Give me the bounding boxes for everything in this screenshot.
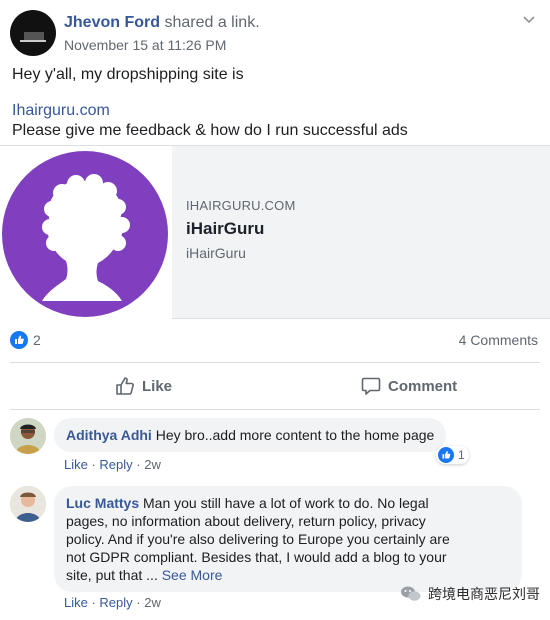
thumbs-up-icon: [116, 377, 134, 395]
post-timestamp[interactable]: November 15 at 11:26 PM: [64, 37, 226, 53]
comment-button[interactable]: Comment: [360, 363, 457, 409]
comment-reaction-badge[interactable]: 1: [436, 446, 469, 464]
comment-text: Hey bro..add more content to the home pa…: [155, 427, 435, 443]
reactions-bar: 2 4 Comments: [10, 330, 540, 352]
wechat-icon: [401, 586, 421, 601]
comment-bubble-icon: [361, 377, 381, 395]
comment-time[interactable]: 2w: [144, 457, 161, 472]
commenter-name[interactable]: Adithya Adhi: [66, 427, 152, 443]
comment-time[interactable]: 2w: [144, 595, 161, 610]
comment-reply-link[interactable]: Reply: [99, 457, 132, 472]
see-more-link[interactable]: See More: [162, 567, 223, 583]
comment-text-line: not GDPR compliant. Besides that, I woul…: [66, 549, 447, 565]
comment-like-link[interactable]: Like: [64, 457, 88, 472]
link-domain: IHAIRGURU.COM: [186, 198, 296, 213]
commenter-avatar[interactable]: [10, 486, 46, 522]
divider: [10, 409, 540, 410]
like-reaction-icon: [438, 447, 454, 463]
comment-text-line: pages, no information about delivery, re…: [66, 513, 426, 529]
comment-like-link[interactable]: Like: [64, 595, 88, 610]
comment-bubble: Adithya Adhi Hey bro..add more content t…: [54, 418, 447, 452]
post-link[interactable]: Ihairguru.com: [12, 102, 110, 119]
post-text-line: Hey y'all, my dropshipping site is: [12, 66, 244, 83]
like-label: Like: [142, 377, 173, 395]
author-avatar[interactable]: [10, 10, 56, 56]
comment-text-line: policy. And if you're also delivering to…: [66, 531, 450, 547]
link-description: iHairGuru: [186, 245, 246, 261]
watermark: 跨境电商恶尼刘哥: [400, 584, 540, 604]
post-header: Jhevon Ford shared a link. November 15 a…: [10, 8, 540, 58]
comment-reply-link[interactable]: Reply: [99, 595, 132, 610]
link-preview-image[interactable]: [0, 146, 172, 319]
link-preview-card[interactable]: IHAIRGURU.COM iHairGuru iHairGuru: [0, 145, 550, 319]
watermark-text: 跨境电商恶尼刘哥: [428, 586, 540, 602]
post-body: Hey y'all, my dropshipping site is Ihair…: [12, 65, 542, 141]
author-name[interactable]: Jhevon Ford: [64, 14, 160, 31]
comment-text-line: site, put that ...: [66, 567, 158, 583]
commenter-name[interactable]: Luc Mattys: [66, 495, 139, 511]
post-actions: Like Comment: [10, 363, 540, 409]
ihairguru-logo: [2, 151, 168, 317]
like-reaction-icon[interactable]: [10, 331, 28, 349]
link-title: iHairGuru: [186, 219, 265, 238]
reaction-count[interactable]: 2: [33, 332, 41, 348]
like-button[interactable]: Like: [114, 363, 172, 409]
author-line: Jhevon Ford shared a link.: [64, 14, 260, 32]
chevron-down-icon[interactable]: [522, 12, 536, 26]
comment-label: Comment: [388, 377, 458, 395]
comment-text-line: Man you still have a lot of work to do. …: [143, 495, 429, 511]
comment-item: Adithya Adhi Hey bro..add more content t…: [10, 418, 540, 474]
comment-bubble: Luc Mattys Man you still have a lot of w…: [54, 486, 522, 592]
comment-reaction-count: 1: [458, 448, 465, 462]
comment-actions: Like · Reply · 2w: [64, 457, 161, 472]
link-preview-text[interactable]: IHAIRGURU.COM iHairGuru iHairGuru: [186, 198, 296, 261]
author-action: shared a link.: [164, 14, 260, 31]
commenter-avatar[interactable]: [10, 418, 46, 454]
comments-count-link[interactable]: 4 Comments: [459, 332, 538, 348]
comment-actions: Like · Reply · 2w: [64, 595, 161, 610]
woman-silhouette-icon: [42, 174, 130, 301]
post-text-line: Please give me feedback & how do I run s…: [12, 122, 408, 139]
